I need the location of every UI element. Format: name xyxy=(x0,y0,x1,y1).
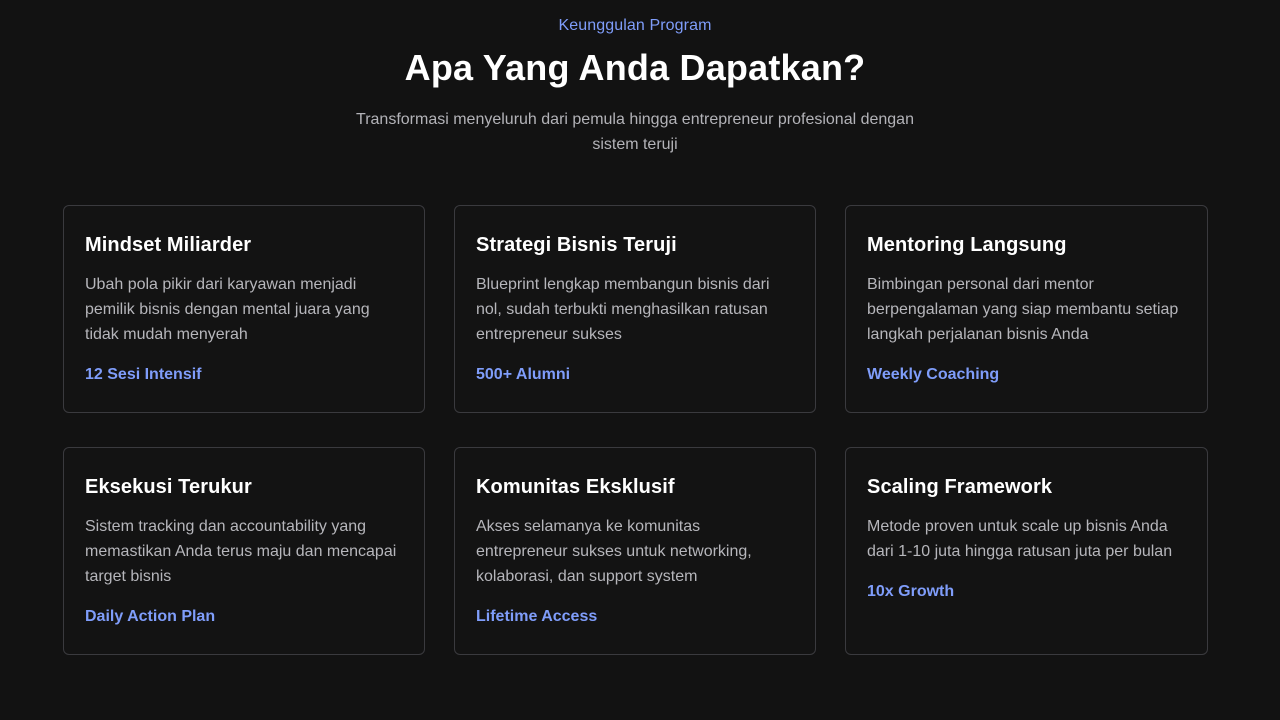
card-description: Blueprint lengkap membangun bisnis dari … xyxy=(476,276,770,343)
benefit-card-mentoring: Mentoring Langsung Bimbingan personal da… xyxy=(845,205,1208,413)
benefit-card-community: Komunitas Eksklusif Akses selamanya ke k… xyxy=(454,447,816,655)
card-description: Metode proven untuk scale up bisnis Anda… xyxy=(867,518,1173,560)
benefits-section: Keunggulan Program Apa Yang Anda Dapatka… xyxy=(0,0,1280,720)
card-title: Eksekusi Terukur xyxy=(85,476,252,498)
card-description: Sistem tracking dan accountability yang … xyxy=(85,518,397,585)
card-highlight: Weekly Coaching xyxy=(867,366,1000,383)
benefit-card-mindset: Mindset Miliarder Ubah pola pikir dari k… xyxy=(63,205,425,413)
benefits-grid: Mindset Miliarder Ubah pola pikir dari k… xyxy=(63,205,1210,655)
card-description: Bimbingan personal dari mentor berpengal… xyxy=(867,276,1179,343)
section-eyebrow: Keunggulan Program xyxy=(558,17,712,34)
section-subtitle: Transformasi menyeluruh dari pemula hing… xyxy=(356,111,914,153)
card-highlight: Lifetime Access xyxy=(476,608,598,625)
card-highlight: 10x Growth xyxy=(867,583,955,600)
benefit-card-execution: Eksekusi Terukur Sistem tracking dan acc… xyxy=(63,447,425,655)
benefit-card-scaling: Scaling Framework Metode proven untuk sc… xyxy=(845,447,1208,655)
card-description: Ubah pola pikir dari karyawan menjadi pe… xyxy=(85,276,370,343)
card-title: Mindset Miliarder xyxy=(85,234,252,256)
card-highlight: 12 Sesi Intensif xyxy=(85,366,202,383)
card-title: Mentoring Langsung xyxy=(867,234,1067,256)
card-title: Strategi Bisnis Teruji xyxy=(476,234,677,256)
section-title: Apa Yang Anda Dapatkan? xyxy=(404,47,866,88)
card-description: Akses selamanya ke komunitas entrepreneu… xyxy=(476,518,752,585)
card-highlight: Daily Action Plan xyxy=(85,608,216,625)
benefit-card-strategy: Strategi Bisnis Teruji Blueprint lengkap… xyxy=(454,205,816,413)
card-title: Scaling Framework xyxy=(867,476,1053,498)
card-highlight: 500+ Alumni xyxy=(476,366,571,383)
card-title: Komunitas Eksklusif xyxy=(476,476,675,498)
